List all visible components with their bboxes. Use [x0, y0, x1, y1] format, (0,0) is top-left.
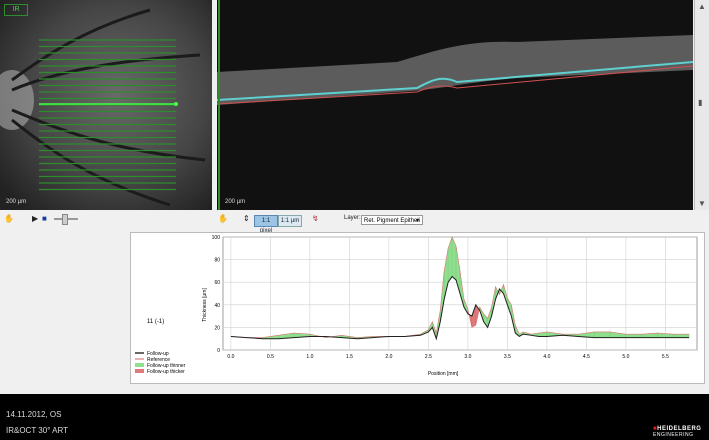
- fundus-mode-label: IR: [4, 4, 28, 16]
- x-tick-label: 0.5: [267, 354, 274, 360]
- modality-label: IR&OCT 30° ART: [6, 426, 69, 435]
- layer-tool-icon[interactable]: ↯: [312, 214, 319, 223]
- zoom-1to1-um-button[interactable]: 1:1 µm: [278, 215, 302, 227]
- x-tick-label: 4.0: [543, 354, 550, 360]
- x-tick-label: 3.5: [504, 354, 511, 360]
- exam-date-eye: 14.11.2012, OS: [6, 410, 62, 419]
- x-tick-label: 3.0: [464, 354, 471, 360]
- pan-hand-icon[interactable]: ✋: [218, 214, 228, 223]
- fit-height-icon[interactable]: ⇕: [243, 214, 250, 223]
- x-tick-label: 5.5: [662, 354, 669, 360]
- save-icon[interactable]: ■: [42, 214, 47, 223]
- chart-annotation: 11 (-1): [147, 319, 164, 325]
- status-footer: 14.11.2012, OS IR&OCT 30° ART ■HEIDELBER…: [0, 394, 709, 440]
- scroll-up-icon[interactable]: ▲: [698, 2, 706, 11]
- y-tick-label: 60: [214, 280, 220, 286]
- chart-xlabel: Position [mm]: [428, 371, 459, 377]
- image-toolbar: ✋ ▶ ■ ✋ ⇕ 1:1 pixel 1:1 µm ↯ Layer: Ret.…: [0, 210, 709, 234]
- chart-legend: Follow-upReferenceFollow-up thinnerFollo…: [135, 351, 186, 375]
- y-tick-label: 100: [212, 235, 221, 241]
- thinner-region: [673, 334, 690, 338]
- layer-select-value: Ret. Pigment Epitheli: [364, 218, 421, 224]
- thinner-region: [594, 331, 611, 338]
- x-tick-label: 0.0: [227, 354, 234, 360]
- x-tick-label: 4.5: [583, 354, 590, 360]
- thinner-region: [625, 334, 642, 338]
- legend-label: Follow-up thicker: [147, 369, 185, 375]
- zoom-1to1-pixel-button[interactable]: 1:1 pixel: [254, 215, 278, 234]
- chevron-down-icon: ▾: [415, 218, 419, 224]
- x-tick-label: 1.0: [306, 354, 313, 360]
- layer-select[interactable]: Ret. Pigment Epitheli ▾: [361, 215, 423, 225]
- fundus-scale-bar: 200 µm: [6, 199, 27, 205]
- oct-vertical-scrollbar[interactable]: ▲ ▮ ▼: [694, 0, 709, 210]
- hand-icon[interactable]: ✋: [4, 214, 14, 223]
- fundus-image[interactable]: IR 200 µm: [0, 0, 212, 210]
- legend-swatch: [135, 363, 144, 367]
- heidelberg-logo: ■HEIDELBERG ENGINEERING: [653, 426, 703, 438]
- y-tick-label: 0: [217, 348, 220, 354]
- x-tick-label: 2.5: [425, 354, 432, 360]
- x-tick-label: 1.5: [346, 354, 353, 360]
- y-tick-label: 20: [214, 325, 220, 331]
- layer-label: Layer:: [344, 215, 361, 221]
- oct-bscan-image[interactable]: 200 µm: [217, 0, 693, 210]
- play-icon[interactable]: ▶: [32, 214, 38, 223]
- speed-slider-thumb[interactable]: [62, 214, 68, 225]
- scroll-down-icon[interactable]: ▼: [698, 199, 706, 208]
- brand-line-2: ENGINEERING: [653, 432, 694, 438]
- y-tick-label: 80: [214, 258, 220, 264]
- oct-svg: [217, 0, 693, 210]
- y-tick-label: 40: [214, 303, 220, 309]
- x-tick-label: 2.0: [385, 354, 392, 360]
- chart-ylabel: Thickness [µm]: [202, 288, 208, 322]
- scroll-thumb-icon[interactable]: ▮: [698, 98, 702, 107]
- thickness-profile-chart: 0 20 40 60 80 100 0.0 0.5 1.0 1.5 2.0 2.5 3.0 3.5 4.0 4…: [130, 232, 705, 384]
- legend-swatch: [135, 369, 144, 373]
- scan-end-marker: [174, 102, 178, 106]
- x-tick-label: 5.0: [622, 354, 629, 360]
- fundus-svg: [0, 0, 212, 210]
- chart-svg: 0 20 40 60 80 100 0.0 0.5 1.0 1.5 2.0 2.5 3.0 3.5 4.0 4…: [135, 235, 698, 377]
- oct-scale-bar: 200 µm: [225, 199, 246, 205]
